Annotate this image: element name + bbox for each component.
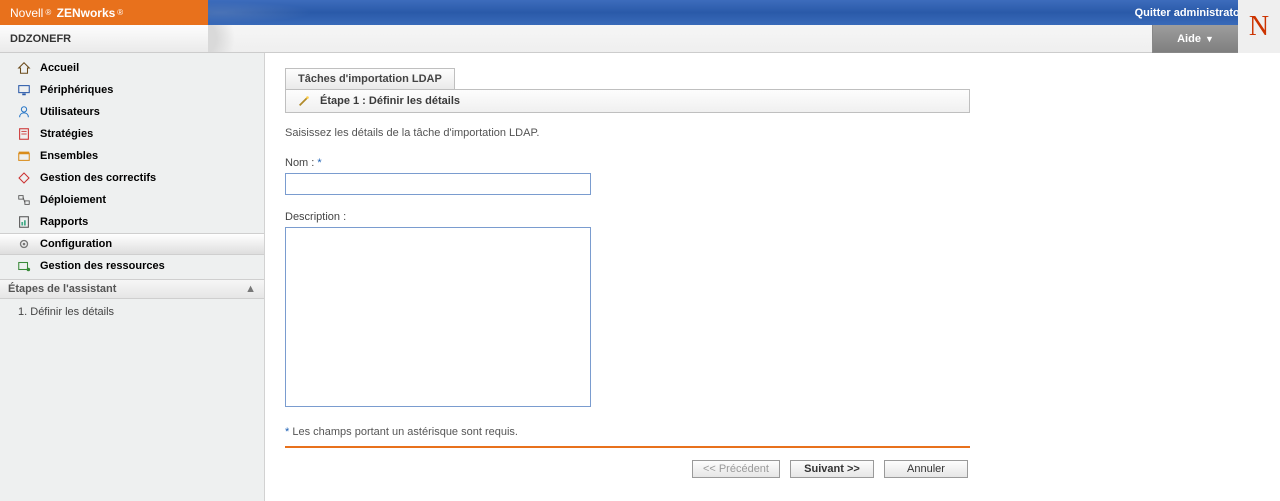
name-label-text: Nom : bbox=[285, 157, 314, 169]
required-star: * bbox=[317, 157, 321, 169]
sidebar-item-config[interactable]: Configuration bbox=[0, 233, 264, 255]
user-icon bbox=[16, 105, 32, 119]
required-note: * Les champs portant un astérisque sont … bbox=[285, 426, 970, 438]
sidebar-item-users[interactable]: Utilisateurs bbox=[0, 101, 264, 123]
collapse-icon[interactable]: ▲ bbox=[245, 283, 256, 295]
n-logo-cell: N bbox=[1238, 0, 1280, 53]
sidebar-item-reports[interactable]: Rapports bbox=[0, 211, 264, 233]
name-label: Nom : * bbox=[285, 157, 970, 169]
reg-mark: ® bbox=[117, 8, 123, 17]
name-input[interactable] bbox=[285, 173, 591, 195]
help-label: Aide bbox=[1177, 33, 1201, 45]
sidebar-item-policies[interactable]: Stratégies bbox=[0, 123, 264, 145]
wizard-steps-header: Étapes de l'assistant ▲ bbox=[0, 279, 264, 299]
wizard-step-num: 1. bbox=[18, 306, 27, 318]
chevron-down-icon: ▼ bbox=[1205, 34, 1214, 44]
deploy-icon bbox=[16, 193, 32, 207]
panel-tab: Tâches d'importation LDAP bbox=[285, 68, 455, 89]
reg-mark: ® bbox=[45, 8, 51, 17]
nav: Accueil Périphériques Utilisateurs Strat… bbox=[0, 53, 264, 277]
button-row: << Précédent Suivant >> Annuler bbox=[285, 460, 970, 478]
sidebar-item-label: Rapports bbox=[40, 216, 88, 228]
header-bar: Quitter administrator bbox=[208, 0, 1280, 25]
next-button[interactable]: Suivant >> bbox=[790, 460, 874, 478]
sidebar-item-devices[interactable]: Périphériques bbox=[0, 79, 264, 101]
wizard-step-item[interactable]: 1. Définir les détails bbox=[18, 303, 264, 321]
help-menu-button[interactable]: Aide ▼ bbox=[1152, 25, 1238, 53]
n-logo: N bbox=[1249, 11, 1269, 43]
cancel-button[interactable]: Annuler bbox=[884, 460, 968, 478]
sidebar-item-label: Déploiement bbox=[40, 194, 106, 206]
description-label: Description : bbox=[285, 211, 970, 223]
sidebar-item-label: Gestion des ressources bbox=[40, 260, 165, 272]
gear-icon bbox=[16, 237, 32, 251]
sidebar-item-label: Utilisateurs bbox=[40, 106, 100, 118]
wizard-steps-list: 1. Définir les détails bbox=[0, 299, 264, 325]
monitor-icon bbox=[16, 83, 32, 97]
prev-button: << Précédent bbox=[692, 460, 780, 478]
sidebar-item-label: Gestion des correctifs bbox=[40, 172, 156, 184]
wizard-step-label: Définir les détails bbox=[30, 306, 114, 318]
content-area: Tâches d'importation LDAP Étape 1 : Défi… bbox=[265, 53, 1280, 501]
resource-icon bbox=[16, 259, 32, 273]
sidebar-item-resources[interactable]: Gestion des ressources bbox=[0, 255, 264, 277]
logout-link[interactable]: Quitter administrator bbox=[1135, 7, 1244, 19]
sidebar-item-label: Périphériques bbox=[40, 84, 113, 96]
wizard-steps-title: Étapes de l'assistant bbox=[8, 283, 116, 295]
patch-icon bbox=[16, 171, 32, 185]
sidebar-item-home[interactable]: Accueil bbox=[0, 57, 264, 79]
sidebar-item-label: Stratégies bbox=[40, 128, 93, 140]
sidebar-item-patches[interactable]: Gestion des correctifs bbox=[0, 167, 264, 189]
home-icon bbox=[16, 61, 32, 75]
sidebar-item-bundles[interactable]: Ensembles bbox=[0, 145, 264, 167]
panel-step-header: Étape 1 : Définir les détails bbox=[285, 90, 970, 113]
bundle-icon bbox=[16, 149, 32, 163]
subheader-spacer bbox=[208, 25, 1152, 53]
sidebar-item-label: Ensembles bbox=[40, 150, 98, 162]
description-textarea[interactable] bbox=[285, 227, 591, 407]
sidebar-item-label: Accueil bbox=[40, 62, 79, 74]
brand-bar: Novell® ZENworks® bbox=[0, 0, 208, 25]
sidebar-item-deploy[interactable]: Déploiement bbox=[0, 189, 264, 211]
required-star: * bbox=[285, 426, 289, 438]
brand-product: ZENworks bbox=[57, 6, 116, 20]
policy-icon bbox=[16, 127, 32, 141]
zone-name: DDZONEFR bbox=[0, 25, 208, 53]
separator bbox=[285, 446, 970, 448]
wand-icon bbox=[296, 94, 312, 108]
required-note-text: Les champs portant un astérisque sont re… bbox=[292, 426, 518, 438]
sidebar-item-label: Configuration bbox=[40, 238, 112, 250]
brand-company: Novell bbox=[10, 6, 43, 20]
sidebar: Accueil Périphériques Utilisateurs Strat… bbox=[0, 53, 265, 501]
report-icon bbox=[16, 215, 32, 229]
panel-step-title: Étape 1 : Définir les détails bbox=[320, 95, 460, 107]
panel-description: Saisissez les détails de la tâche d'impo… bbox=[285, 127, 970, 139]
